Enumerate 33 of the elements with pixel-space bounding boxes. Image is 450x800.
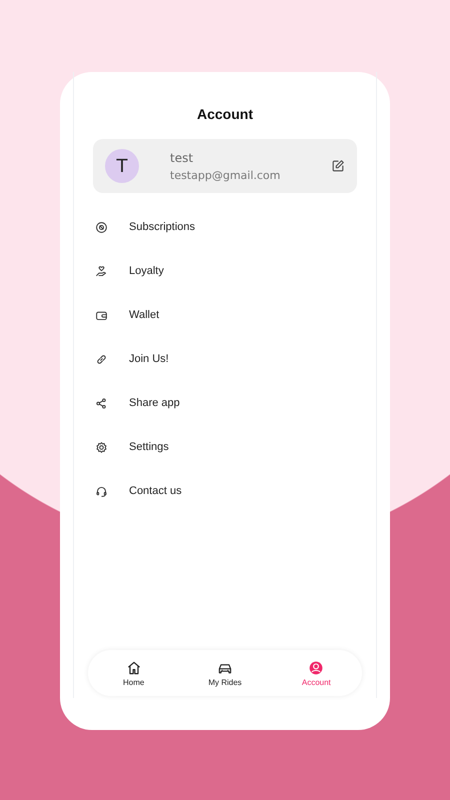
share-icon xyxy=(95,396,108,410)
settings-icon xyxy=(95,440,108,454)
nav-tab[interactable]: Account xyxy=(281,660,352,686)
profile-name: test xyxy=(170,150,194,164)
hand-heart-icon xyxy=(95,264,108,278)
menu-label: Settings xyxy=(129,441,169,453)
menu-item[interactable]: Join Us! xyxy=(93,347,357,371)
nav-label: Home xyxy=(122,678,144,686)
menu-label: Loyalty xyxy=(129,265,164,277)
nav-tab[interactable]: Home xyxy=(98,660,169,686)
menu-item[interactable]: Contact us xyxy=(93,479,357,503)
screen-title: Account xyxy=(197,106,253,122)
menu-label: Contact us xyxy=(129,485,182,497)
menu-label: Share app xyxy=(129,397,180,409)
avatar: T xyxy=(105,149,139,183)
nav-tab[interactable]: My Rides xyxy=(190,660,260,686)
nav-label: Account xyxy=(302,678,331,686)
nav-label: My Rides xyxy=(208,678,242,686)
menu-item[interactable]: Subscriptions xyxy=(93,215,357,239)
edit-icon[interactable] xyxy=(331,159,345,173)
menu-item[interactable]: Share app xyxy=(93,391,357,415)
menu-label: Join Us! xyxy=(129,353,169,365)
menu-item[interactable]: Wallet xyxy=(93,303,357,327)
link-icon xyxy=(95,352,108,366)
account-icon xyxy=(308,660,324,676)
profile-card[interactable]: T test testapp@gmail.com xyxy=(93,139,357,193)
menu-label: Subscriptions xyxy=(129,221,196,233)
profile-email: testapp@gmail.com xyxy=(170,168,282,182)
menu-label: Wallet xyxy=(129,309,160,321)
menu-item[interactable]: Loyalty xyxy=(93,259,357,283)
home-icon xyxy=(126,660,142,676)
menu-item[interactable]: Settings xyxy=(93,435,357,459)
headset-icon xyxy=(95,484,108,498)
